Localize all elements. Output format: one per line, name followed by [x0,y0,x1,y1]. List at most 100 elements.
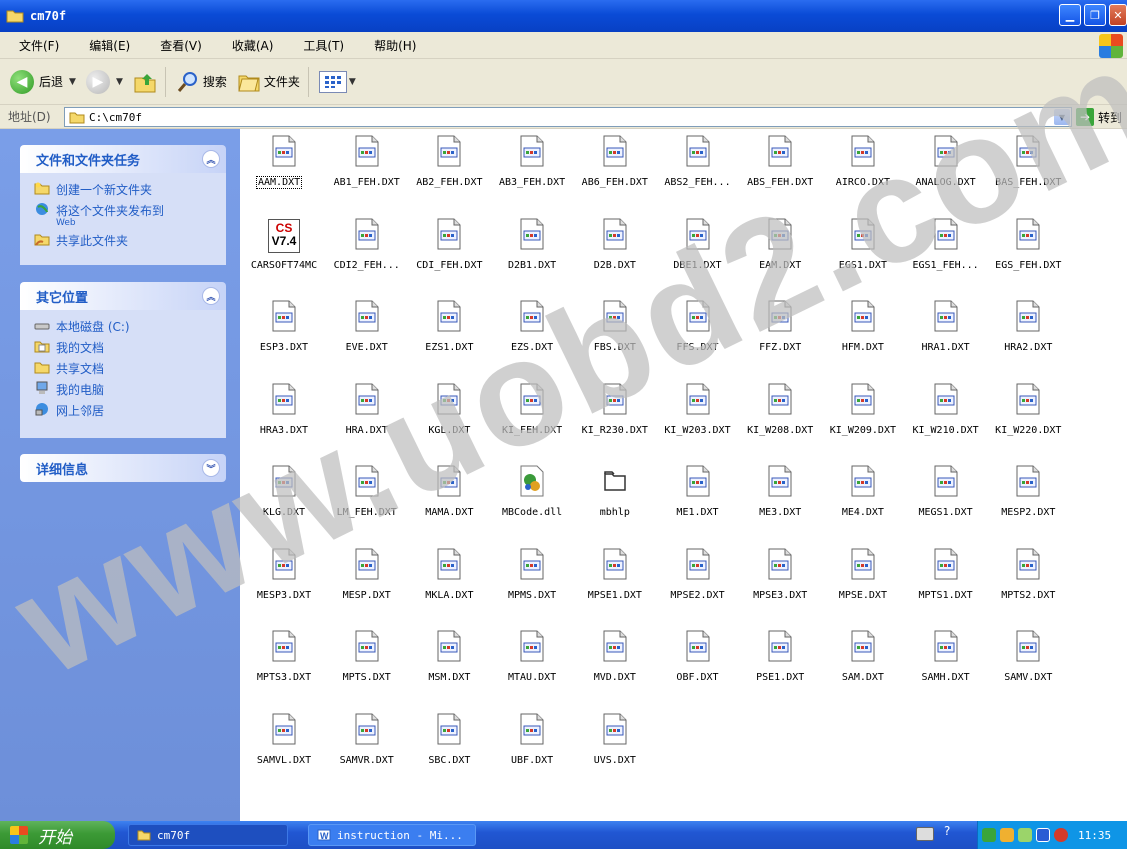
file-tasks-header[interactable]: 文件和文件夹任务 ︽ [20,145,226,173]
menu-edit[interactable]: 编辑(E) [70,37,141,54]
taskbar-item-explorer[interactable]: cm70f [128,824,288,846]
help-icon[interactable]: ? [944,824,950,838]
file-item[interactable]: SAMVL.DXT [243,709,325,769]
search-button[interactable]: 搜索 [176,70,227,94]
menu-help[interactable]: 帮助(H) [355,37,427,54]
file-item[interactable]: MVD.DXT [574,626,656,686]
file-item[interactable]: HRA1.DXT [905,296,987,356]
file-item[interactable]: MAMA.DXT [408,461,490,521]
file-item[interactable]: UVS.DXT [574,709,656,769]
file-item[interactable]: AIRCO.DXT [822,131,904,191]
file-item[interactable]: EVE.DXT [326,296,408,356]
collapse-chevron-icon[interactable]: ︽ [202,287,220,305]
file-item[interactable]: MPSE1.DXT [574,544,656,604]
file-item[interactable]: SAM.DXT [822,626,904,686]
task-share-folder[interactable]: 共享此文件夹 [34,232,226,249]
file-item[interactable]: FBS.DXT [574,296,656,356]
file-item[interactable]: AB1_FEH.DXT [326,131,408,191]
file-item[interactable]: KI_W203.DXT [657,379,739,439]
file-item[interactable]: PSE1.DXT [739,626,821,686]
file-item[interactable]: KGL.DXT [408,379,490,439]
forward-button[interactable]: ▶ ▼ [85,69,123,94]
expand-chevron-icon[interactable]: ︾ [202,459,220,477]
menu-view[interactable]: 查看(V) [141,37,213,54]
file-item[interactable]: MPTS1.DXT [905,544,987,604]
file-item[interactable]: KI_W209.DXT [822,379,904,439]
file-item[interactable]: KLG.DXT [243,461,325,521]
file-item[interactable]: ABS_FEH.DXT [739,131,821,191]
file-item[interactable]: MESP.DXT [326,544,408,604]
file-item[interactable]: MTAU.DXT [491,626,573,686]
file-item[interactable]: AAM.DXT [243,131,325,191]
file-item[interactable]: ME3.DXT [739,461,821,521]
file-item[interactable]: ME4.DXT [822,461,904,521]
file-item[interactable]: EAM.DXT [739,214,821,274]
chevron-down-icon[interactable]: ▼ [349,77,356,87]
file-item[interactable]: SAMV.DXT [987,626,1069,686]
file-item[interactable]: AB6_FEH.DXT [574,131,656,191]
file-item[interactable]: MKLA.DXT [408,544,490,604]
file-item[interactable]: EZS.DXT [491,296,573,356]
place-local-disk[interactable]: 本地磁盘 (C:) [34,318,226,335]
restore-button[interactable]: ❐ [1084,4,1106,26]
chevron-down-icon[interactable]: ▼ [116,77,123,87]
views-button[interactable]: ▼ [318,70,356,93]
file-item[interactable]: EZS1.DXT [408,296,490,356]
up-folder-button[interactable] [133,70,157,94]
start-button[interactable]: 开始 [0,821,115,849]
file-item[interactable]: MBCode.dll [491,461,573,521]
menu-favorites[interactable]: 收藏(A) [213,37,285,54]
file-item[interactable]: AB2_FEH.DXT [408,131,490,191]
file-item[interactable]: SAMH.DXT [905,626,987,686]
menu-tools[interactable]: 工具(T) [284,37,355,54]
task-publish-web[interactable]: 将这个文件夹发布到 Web [34,202,226,228]
file-item[interactable]: EGS_FEH.DXT [987,214,1069,274]
file-item[interactable]: FFS.DXT [657,296,739,356]
file-item[interactable]: KI_R230.DXT [574,379,656,439]
file-item[interactable]: D2B.DXT [574,214,656,274]
file-item[interactable]: KI_W210.DXT [905,379,987,439]
details-header[interactable]: 详细信息 ︾ [20,454,226,482]
address-input[interactable]: C:\cm70f ▼ [64,107,1072,127]
minimize-button[interactable]: ▁ [1059,4,1081,26]
file-item[interactable]: MPTS.DXT [326,626,408,686]
file-item[interactable]: HFM.DXT [822,296,904,356]
file-item[interactable]: MPMS.DXT [491,544,573,604]
file-item[interactable]: FFZ.DXT [739,296,821,356]
place-network[interactable]: 网上邻居 [34,402,226,419]
file-item[interactable]: SBC.DXT [408,709,490,769]
file-item[interactable]: OBF.DXT [657,626,739,686]
close-button[interactable]: ✕ [1109,4,1127,26]
taskbar-item-word[interactable]: W instruction - Mi... [308,824,476,846]
file-item[interactable]: MPSE.DXT [822,544,904,604]
file-item[interactable]: UBF.DXT [491,709,573,769]
file-item[interactable]: D2B1.DXT [491,214,573,274]
file-item[interactable]: DBE1.DXT [657,214,739,274]
file-item[interactable]: BAS_FEH.DXT [987,131,1069,191]
file-item[interactable]: MPTS3.DXT [243,626,325,686]
antivirus-icon[interactable] [1054,828,1068,842]
tray-app-icon[interactable] [1018,828,1032,842]
file-item[interactable]: KI_W208.DXT [739,379,821,439]
tray-app-icon[interactable] [1036,828,1050,842]
place-my-documents[interactable]: 我的文档 [34,339,226,356]
place-shared-documents[interactable]: 共享文档 [34,360,226,377]
other-places-header[interactable]: 其它位置 ︽ [20,282,226,310]
file-item[interactable]: MPTS2.DXT [987,544,1069,604]
file-item[interactable]: KI_FEH.DXT [491,379,573,439]
place-my-computer[interactable]: 我的电脑 [34,381,226,398]
file-item[interactable]: HRA2.DXT [987,296,1069,356]
task-new-folder[interactable]: 创建一个新文件夹 [34,181,226,198]
file-item[interactable]: CDI2_FEH... [326,214,408,274]
file-item[interactable]: LM_FEH.DXT [326,461,408,521]
back-button[interactable]: ◀ 后退 ▼ [10,69,76,94]
network-tray-icon[interactable] [982,828,996,842]
file-item[interactable]: ME1.DXT [657,461,739,521]
chevron-down-icon[interactable]: ▼ [69,77,76,87]
file-item[interactable]: MPSE2.DXT [657,544,739,604]
keyboard-icon[interactable] [916,827,934,841]
file-item[interactable]: SAMVR.DXT [326,709,408,769]
file-item[interactable]: CS V7.4 CARSOFT74MC [243,214,325,274]
folders-button[interactable]: 文件夹 [237,71,300,93]
file-item[interactable]: mbhlp [574,461,656,521]
